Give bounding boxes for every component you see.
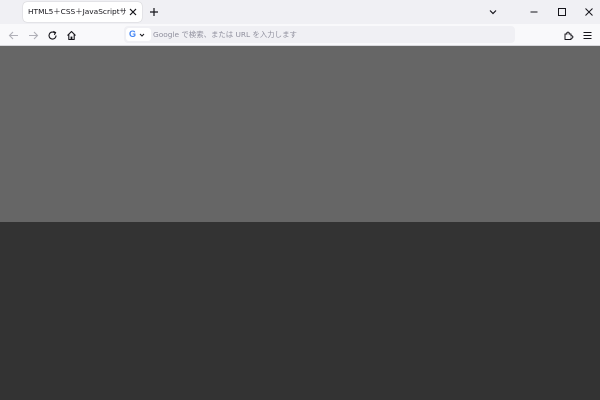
hamburger-menu-icon[interactable] — [579, 27, 595, 43]
list-tabs-chevron-down-icon[interactable] — [485, 4, 501, 20]
maximize-icon[interactable] — [554, 4, 570, 20]
search-engine-button[interactable]: G — [126, 28, 151, 41]
forward-arrow-right-icon[interactable] — [25, 27, 41, 43]
back-arrow-left-icon[interactable] — [5, 27, 21, 43]
url-bar[interactable]: G — [124, 26, 515, 43]
minimize-icon[interactable] — [526, 4, 542, 20]
content-panel-top — [0, 46, 600, 222]
new-tab-plus-icon[interactable] — [146, 4, 162, 20]
content-panel-bottom — [0, 222, 600, 400]
navigation-toolbar: G — [0, 24, 600, 46]
extensions-icon[interactable] — [560, 27, 576, 43]
tab-active[interactable]: HTML5＋CSS＋JavaScriptサンプル — [23, 2, 142, 22]
chevron-down-icon — [139, 32, 145, 38]
reload-icon[interactable] — [44, 27, 60, 43]
google-icon: G — [129, 29, 137, 39]
url-input[interactable] — [153, 27, 508, 42]
home-icon[interactable] — [63, 27, 79, 43]
browser-window: HTML5＋CSS＋JavaScriptサンプル — [0, 0, 600, 400]
tab-close-icon[interactable] — [127, 6, 139, 18]
tab-strip: HTML5＋CSS＋JavaScriptサンプル — [0, 0, 600, 24]
window-close-icon[interactable] — [581, 4, 597, 20]
page-content — [0, 46, 600, 400]
tab-title: HTML5＋CSS＋JavaScriptサンプル — [28, 7, 126, 16]
